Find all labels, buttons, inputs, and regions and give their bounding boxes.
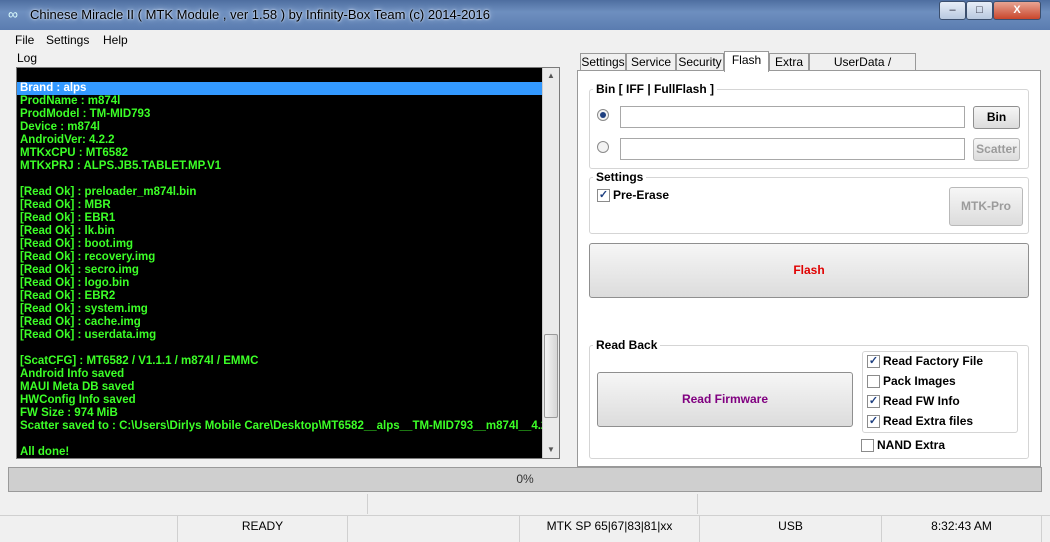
log-line: [Read Ok] : recovery.img — [20, 251, 156, 263]
log-line: [Read Ok] : system.img — [20, 303, 148, 315]
log-line: [Read Ok] : boot.img — [20, 238, 134, 250]
menu-file[interactable]: File — [15, 33, 34, 47]
aux-cell-1 — [8, 494, 368, 514]
flash-tab-panel: Bin [ IFF | FullFlash ] Bin Scatter Sett… — [577, 70, 1041, 467]
tab-flash[interactable]: Flash — [724, 51, 769, 72]
status-empty-2 — [348, 516, 520, 542]
minimize-button[interactable]: – — [939, 1, 966, 20]
read-extra-files-label: Read Extra files — [883, 414, 974, 428]
log-line: ProdName : m874l — [20, 95, 121, 107]
aux-status-row — [8, 494, 1042, 514]
log-line: AndroidVer: 4.2.2 — [20, 134, 115, 146]
status-bar: READY MTK SP 65|67|83|81|xx USB 8:32:43 … — [0, 515, 1050, 542]
nand-extra-label: NAND Extra — [877, 438, 946, 452]
scroll-down-arrow-icon[interactable]: ▼ — [543, 442, 559, 458]
pre-erase-label: Pre-Erase — [613, 188, 670, 202]
aux-cell-2 — [368, 494, 698, 514]
log-line: [Read Ok] : preloader_m874l.bin — [20, 186, 197, 198]
close-button[interactable]: X — [993, 1, 1041, 20]
pack-images-label: Pack Images — [883, 374, 956, 388]
progress-bar: 0% — [8, 467, 1042, 492]
tab-security[interactable]: Security — [676, 53, 724, 71]
log-line: ProdModel : TM-MID793 — [20, 108, 151, 120]
log-line: [Read Ok] : MBR — [20, 199, 111, 211]
pre-erase-checkbox[interactable]: ✓ — [597, 189, 610, 202]
settings-group-title: Settings — [593, 170, 647, 184]
scroll-thumb[interactable] — [544, 334, 558, 418]
read-fw-info-checkbox[interactable]: ✓ — [867, 395, 880, 408]
status-cell-empty — [8, 516, 178, 542]
menu-help[interactable]: Help — [103, 33, 128, 47]
log-line: [Read Ok] : EBR1 — [20, 212, 116, 224]
scatter-button[interactable]: Scatter — [973, 138, 1020, 161]
log-line: Scatter saved to : C:\Users\Dirlys Mobil… — [20, 420, 544, 432]
log-line: Brand : alps — [17, 82, 544, 95]
log-line: MAUI Meta DB saved — [20, 381, 135, 393]
scatter-path-input[interactable] — [620, 138, 965, 160]
log-line: [Read Ok] : lk.bin — [20, 225, 115, 237]
tab-userdata-forensic[interactable]: UserData / Forensic — [809, 53, 916, 85]
status-ready: READY — [178, 516, 348, 542]
read-extra-files-checkbox[interactable]: ✓ — [867, 415, 880, 428]
log-label: Log — [17, 51, 38, 65]
read-fw-info-label: Read FW Info — [883, 394, 960, 408]
read-back-group-title: Read Back — [593, 338, 661, 352]
status-mtk-sp: MTK SP 65|67|83|81|xx — [520, 516, 700, 542]
maximize-button[interactable]: □ — [966, 1, 993, 20]
log-lines: Brand : alps ProdName : m874l ProdModel : … — [17, 82, 544, 458]
log-line: Device : m874l — [20, 121, 100, 133]
read-firmware-button[interactable]: Read Firmware — [597, 372, 853, 427]
status-time: 8:32:43 AM — [882, 516, 1042, 542]
bin-group-title: Bin [ IFF | FullFlash ] — [593, 82, 718, 96]
tab-extra[interactable]: Extra — [769, 53, 809, 71]
tab-settings[interactable]: Settings — [580, 53, 626, 71]
mtk-pro-button[interactable]: MTK-Pro — [949, 187, 1023, 226]
log-line: [Read Ok] : logo.bin — [20, 277, 130, 289]
log-line: HWConfig Info saved — [20, 394, 136, 406]
bin-path-input[interactable] — [620, 106, 965, 128]
log-line: [Read Ok] : EBR2 — [20, 290, 116, 302]
log-line: [Read Ok] : cache.img — [20, 316, 141, 328]
menu-bar: File Settings Help — [0, 30, 1050, 50]
bin-button[interactable]: Bin — [973, 106, 1020, 129]
tab-service[interactable]: Service — [626, 53, 676, 71]
log-line: [Read Ok] : secro.img — [20, 264, 139, 276]
log-line: MTKxCPU : MT6582 — [20, 147, 128, 159]
log-line: [Read Ok] : userdata.img — [20, 329, 157, 341]
scroll-up-arrow-icon[interactable]: ▲ — [543, 68, 559, 84]
log-line: All done! — [20, 446, 70, 458]
window-title: Chinese Miracle II ( MTK Module , ver 1.… — [30, 7, 491, 22]
status-port: USB — [700, 516, 882, 542]
log-line: Android Info saved — [20, 368, 125, 380]
log-line: [ScatCFG] : MT6582 / V1.1.1 / m874l / EM… — [20, 355, 259, 367]
menu-settings[interactable]: Settings — [46, 33, 89, 47]
bin-radio[interactable] — [597, 109, 609, 121]
log-output[interactable]: Brand : alps ProdName : m874l ProdModel : … — [16, 67, 560, 459]
log-line: MTKxPRJ : ALPS.JB5.TABLET.MP.V1 — [20, 160, 222, 172]
infinity-icon: ∞ — [8, 6, 18, 22]
title-bar: ∞ Chinese Miracle II ( MTK Module , ver … — [0, 0, 1050, 30]
nand-extra-checkbox[interactable] — [861, 439, 874, 452]
flash-button[interactable]: Flash — [589, 243, 1029, 298]
pack-images-checkbox[interactable] — [867, 375, 880, 388]
log-line: FW Size : 974 MiB — [20, 407, 118, 419]
read-factory-file-label: Read Factory File — [883, 354, 984, 368]
read-factory-file-checkbox[interactable]: ✓ — [867, 355, 880, 368]
log-scrollbar[interactable]: ▲ ▼ — [542, 68, 559, 458]
scatter-radio[interactable] — [597, 141, 609, 153]
